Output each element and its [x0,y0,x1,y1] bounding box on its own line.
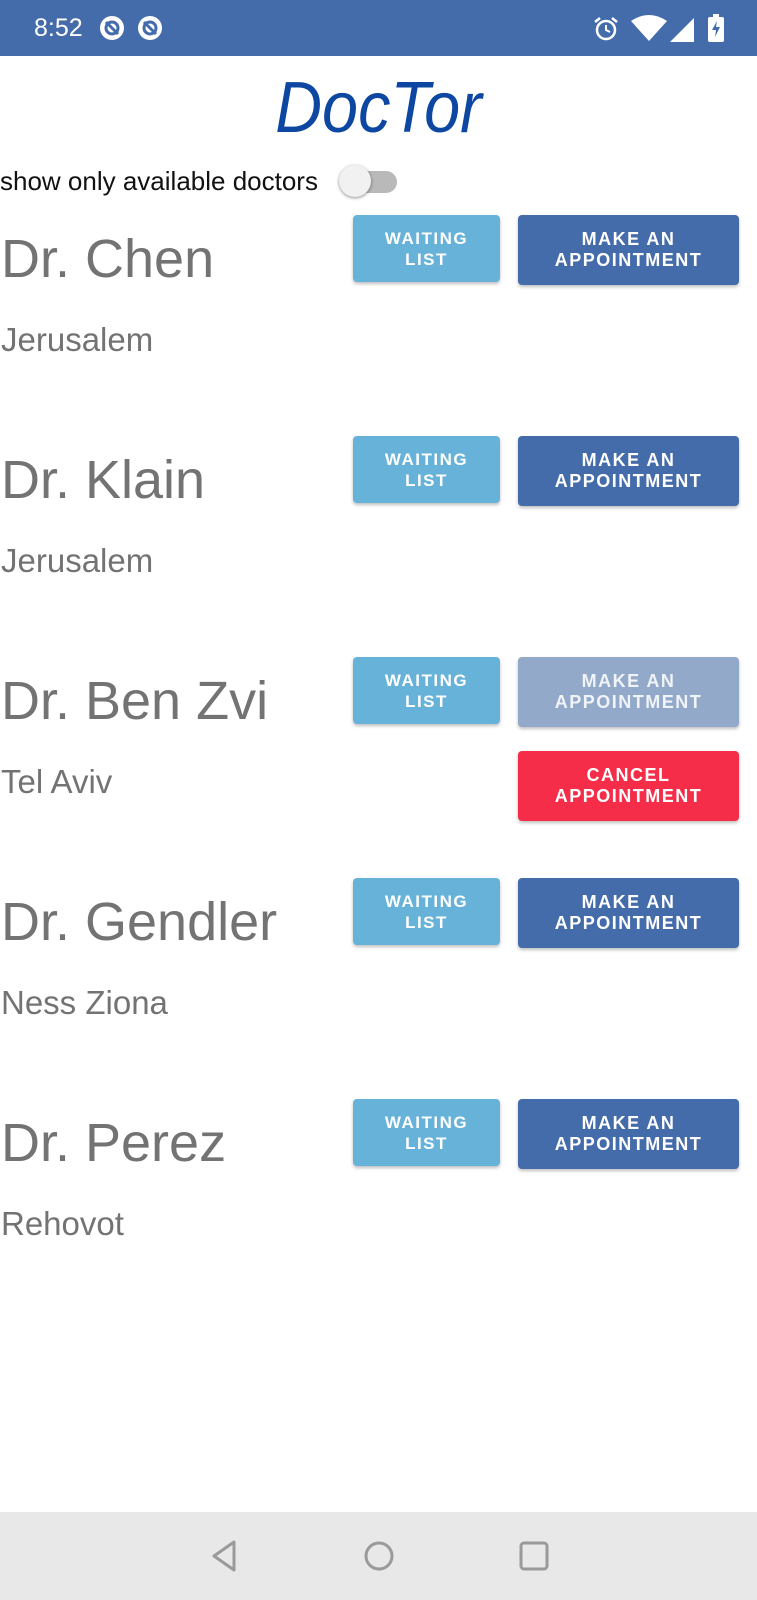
waiting-list-button[interactable]: WAITING LIST [353,878,500,945]
wifi-icon [631,15,667,41]
status-time: 8:52 [34,14,83,42]
alarm-icon [594,17,618,41]
doctor-row: Dr. Ben Zvi Tel Aviv WAITING LIST MAKE A… [0,657,757,878]
doctor-city: Tel Aviv [1,763,113,800]
waiting-list-button[interactable]: WAITING LIST [353,436,500,503]
home-icon[interactable] [357,1534,401,1578]
doctor-name: Dr. Klain [1,450,206,510]
cancel-appointment-button[interactable]: CANCEL APPOINTMENT [518,751,739,821]
doctor-city: Jerusalem [1,321,154,358]
make-appointment-button: MAKE AN APPOINTMENT [518,657,739,727]
sync-icon [138,16,162,40]
make-appointment-button[interactable]: MAKE AN APPOINTMENT [518,1099,739,1169]
doctor-name: Dr. Ben Zvi [1,671,269,731]
signal-icon [670,18,694,42]
navigation-bar [0,1512,757,1600]
doctor-row: Dr. Klain Jerusalem WAITING LIST MAKE AN… [0,436,757,657]
doctor-row: Dr. Gendler Ness Ziona WAITING LIST MAKE… [0,878,757,1099]
app-title: DocTor [275,68,482,148]
doctor-name: Dr. Perez [1,1113,227,1173]
make-appointment-button[interactable]: MAKE AN APPOINTMENT [518,215,739,285]
sync-icon [100,16,124,40]
back-icon[interactable] [202,1534,246,1578]
filter-label: show only available doctors [0,166,318,196]
doctor-name: Dr. Chen [1,229,215,289]
battery-icon [708,14,724,42]
doctor-city: Rehovot [1,1205,124,1242]
recents-icon[interactable] [512,1534,556,1578]
toggle-thumb [339,165,371,197]
doctor-name: Dr. Gendler [1,892,278,952]
make-appointment-button[interactable]: MAKE AN APPOINTMENT [518,878,739,948]
waiting-list-button[interactable]: WAITING LIST [353,657,500,724]
waiting-list-button[interactable]: WAITING LIST [353,1099,500,1166]
status-bar: 8:52 [0,0,757,56]
doctor-city: Jerusalem [1,542,154,579]
doctor-row: Dr. Perez Rehovot WAITING LIST MAKE AN A… [0,1099,757,1320]
doctor-row: Dr. Chen Jerusalem WAITING LIST MAKE AN … [0,215,757,436]
available-doctors-toggle[interactable] [339,164,401,198]
doctor-city: Ness Ziona [1,984,168,1021]
make-appointment-button[interactable]: MAKE AN APPOINTMENT [518,436,739,506]
waiting-list-button[interactable]: WAITING LIST [353,215,500,282]
